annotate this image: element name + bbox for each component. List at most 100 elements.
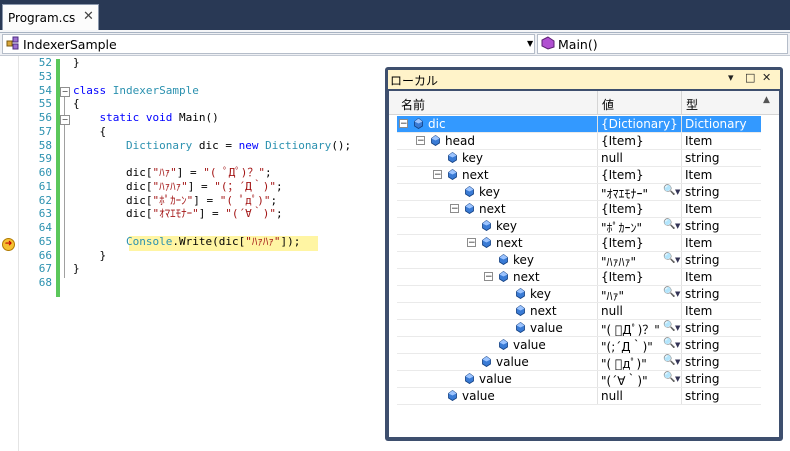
collapse-icon[interactable]: −	[416, 136, 425, 146]
locals-row-value[interactable]: value "(´∀｀)" 🔍 ▼ string	[397, 371, 761, 388]
locals-row-next[interactable]: next null Item	[397, 303, 761, 320]
locals-row-value[interactable]: value "(;´Д｀)" 🔍 ▼ string	[397, 337, 761, 354]
locals-row-key[interactable]: key "ﾎﾟｶｰﾝ" 🔍 ▼ string	[397, 218, 761, 235]
code-line[interactable]: 59	[0, 152, 380, 166]
code-line[interactable]: 67}	[0, 262, 380, 276]
magnifier-icon[interactable]: 🔍	[663, 253, 675, 264]
tab-program-cs[interactable]: Program.cs ✕	[2, 4, 99, 31]
column-header-value[interactable]: 値	[602, 96, 614, 113]
code-line[interactable]: 57 {	[0, 125, 380, 139]
field-icon	[465, 203, 474, 214]
variable-value[interactable]: {Item}	[601, 168, 644, 182]
collapse-icon[interactable]: −	[484, 272, 493, 282]
member-dropdown[interactable]: Main()	[537, 34, 788, 54]
magnifier-icon[interactable]: 🔍	[663, 355, 675, 366]
field-icon	[482, 237, 491, 248]
field-icon	[431, 135, 440, 146]
variable-name: value	[479, 372, 512, 386]
code-line[interactable]: 52}	[0, 56, 380, 70]
code-line[interactable]: 53	[0, 70, 380, 84]
column-header-type[interactable]: 型	[686, 96, 698, 113]
field-icon	[482, 220, 491, 231]
visualizer-dropdown-icon[interactable]: ▼	[675, 341, 680, 349]
locals-row-next[interactable]: − next {Item} Item	[397, 235, 761, 252]
visualizer-dropdown-icon[interactable]: ▼	[675, 375, 680, 383]
code-line[interactable]: 63 dic["ｵﾏｴﾓﾅｰ"] = "(´∀｀)";	[0, 207, 380, 221]
code-text: Console.Write(dic["ﾊｧﾊｧ"]);	[125, 234, 301, 248]
code-line[interactable]: 58 Dictionary dic = new Dictionary();	[0, 139, 380, 153]
variable-value[interactable]: {Dictionary}	[601, 117, 678, 131]
field-icon	[499, 339, 508, 350]
visualizer-dropdown-icon[interactable]: ▼	[675, 222, 680, 230]
maximize-icon[interactable]: □	[745, 71, 755, 84]
magnifier-icon[interactable]: 🔍	[663, 321, 675, 332]
locals-row-dic[interactable]: − dic {Dictionary} Dictionary	[397, 116, 761, 133]
locals-row-value[interactable]: value null string	[397, 388, 761, 405]
locals-row-next[interactable]: − next {Item} Item	[397, 201, 761, 218]
locals-row-next[interactable]: − next {Item} Item	[397, 167, 761, 184]
variable-type: string	[685, 321, 720, 335]
magnifier-icon[interactable]: 🔍	[663, 372, 675, 383]
collapse-icon[interactable]: −	[399, 119, 408, 129]
variable-value[interactable]: {Item}	[601, 202, 644, 216]
variable-type: string	[685, 372, 720, 386]
close-icon[interactable]: ✕	[762, 71, 771, 84]
locals-row-next[interactable]: − next {Item} Item	[397, 269, 761, 286]
variable-value[interactable]: null	[601, 389, 623, 403]
variable-value[interactable]: null	[601, 151, 623, 165]
locals-title-bar[interactable]: ローカル ▾ □ ✕	[388, 70, 780, 89]
visualizer-dropdown-icon[interactable]: ▼	[675, 324, 680, 332]
code-line[interactable]: 60 dic["ﾊｧ"] = "( ﾟДﾟ)？";	[0, 166, 380, 180]
locals-row-head[interactable]: − head {Item} Item	[397, 133, 761, 150]
magnifier-icon[interactable]: 🔍	[663, 338, 675, 349]
line-number: 57	[38, 124, 52, 138]
variable-value[interactable]: null	[601, 304, 623, 318]
code-text: static void Main()	[99, 111, 219, 124]
field-icon	[499, 254, 508, 265]
code-line[interactable]: 55 {	[0, 97, 380, 111]
code-line[interactable]: 64	[0, 221, 380, 235]
collapse-icon[interactable]: −	[467, 238, 476, 248]
line-number: 64	[38, 221, 52, 234]
visualizer-dropdown-icon[interactable]: ▼	[675, 188, 680, 196]
magnifier-icon[interactable]: 🔍	[663, 287, 675, 298]
locals-row-key[interactable]: key null string	[397, 150, 761, 167]
column-header-name[interactable]: 名前	[401, 96, 425, 113]
locals-row-key[interactable]: key "ｵﾏｴﾓﾅｰ" 🔍 ▼ string	[397, 184, 761, 201]
visualizer-dropdown-icon[interactable]: ▼	[675, 358, 680, 366]
visualizer-dropdown-icon[interactable]: ▼	[675, 290, 680, 298]
field-icon	[482, 356, 491, 367]
variable-value[interactable]: {Item}	[601, 134, 644, 148]
code-line[interactable]: 61 dic["ﾊｧﾊｧ"] = "(；´Д｀)";	[0, 180, 380, 194]
magnifier-icon[interactable]: 🔍	[663, 219, 675, 230]
variable-type: string	[685, 338, 720, 352]
code-text: }	[73, 248, 107, 262]
collapse-icon[interactable]: −	[450, 204, 459, 214]
locals-row-value[interactable]: value "( ﾟдﾟ)" 🔍 ▼ string	[397, 354, 761, 371]
close-tab-icon[interactable]: ✕	[83, 9, 94, 24]
code-line[interactable]: 62 dic["ﾎﾟｶｰﾝ"] = "( ﾟдﾟ)";	[0, 194, 380, 208]
code-line[interactable]: 65 Console.Write(dic["ﾊｧﾊｧ"]);	[0, 235, 380, 249]
locals-title: ローカル	[390, 74, 439, 88]
class-dropdown[interactable]: IndexerSample ▼	[2, 34, 535, 54]
chevron-down-icon[interactable]: ▼	[527, 39, 533, 48]
visualizer-dropdown-icon[interactable]: ▼	[675, 256, 680, 264]
collapse-icon[interactable]: −	[433, 170, 442, 180]
locals-row-key[interactable]: key "ﾊｧ" 🔍 ▼ string	[397, 286, 761, 303]
column-header: 名前 値 型 ▲	[389, 91, 779, 115]
code-text: {	[73, 97, 80, 111]
window-menu-icon[interactable]: ▾	[728, 71, 734, 84]
magnifier-icon[interactable]: 🔍	[663, 185, 675, 196]
line-number: 52	[38, 56, 52, 69]
code-line[interactable]: 54 class IndexerSample	[0, 84, 380, 98]
code-line[interactable]: 56 static void Main()	[0, 111, 380, 125]
locals-row-key[interactable]: key "ﾊｧﾊｧ" 🔍 ▼ string	[397, 252, 761, 269]
variable-name: key	[530, 287, 552, 301]
locals-row-value[interactable]: value "( ﾟДﾟ)？" 🔍 ▼ string	[397, 320, 761, 337]
code-line[interactable]: 68	[0, 276, 380, 290]
variable-value[interactable]: {Item}	[601, 236, 644, 250]
code-text: dic["ﾊｧﾊｧ"] = "(；´Д｀)";	[73, 179, 283, 193]
variable-value[interactable]: {Item}	[601, 270, 644, 284]
code-line[interactable]: 66 }	[0, 249, 380, 263]
scroll-up-icon[interactable]: ▲	[763, 95, 770, 105]
